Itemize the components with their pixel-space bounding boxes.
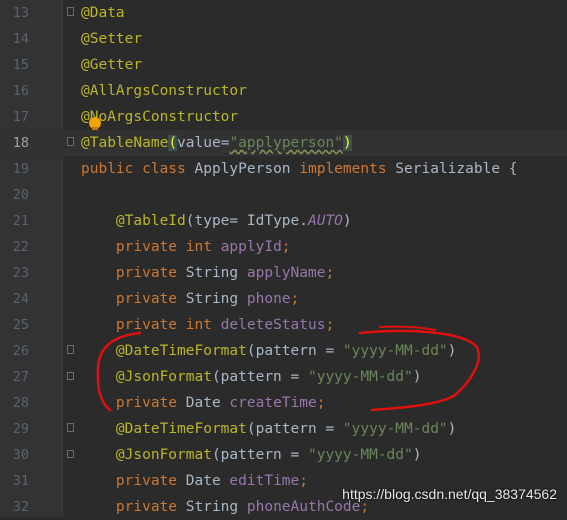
code-editor[interactable]: 13 @Data 14 @Setter 15 @Getter 16 @AllArgsConst… <box>0 0 567 517</box>
red-annotation-scribble <box>96 325 480 412</box>
watermark: https://blog.csdn.net/qq_38374562 <box>342 486 557 502</box>
